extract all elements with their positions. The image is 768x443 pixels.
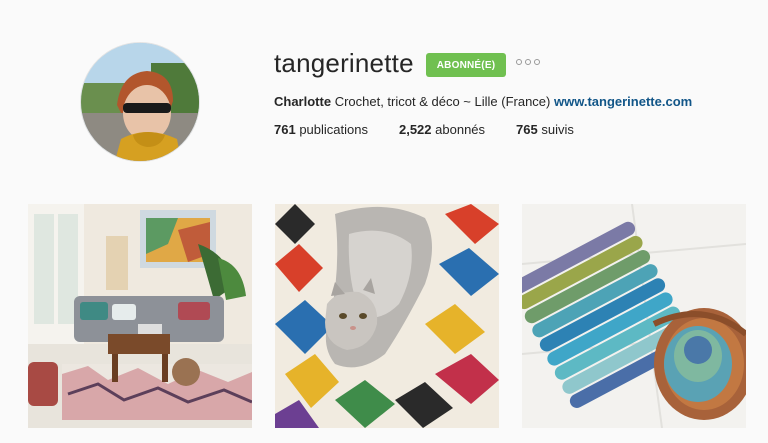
followers-count: 2,522 [398, 122, 432, 137]
avatar-image [81, 43, 199, 161]
cat-on-rug-photo [275, 204, 499, 428]
post-thumbnail-2[interactable] [275, 204, 499, 428]
dot [534, 59, 540, 65]
more-options-icon[interactable] [516, 59, 540, 65]
profile-stats: 761 publications 2,522 abonnés 765 suivi… [274, 122, 605, 137]
profile-avatar[interactable] [80, 42, 200, 162]
post-thumbnail-1[interactable] [28, 204, 252, 428]
stat-posts: 761 publications [274, 122, 368, 137]
posts-count: 761 [274, 122, 296, 137]
dot [516, 59, 522, 65]
dot [525, 59, 531, 65]
stat-following[interactable]: 765 suivis [516, 122, 574, 137]
knitting-photo [522, 204, 746, 428]
post-thumbnail-3[interactable] [522, 204, 746, 428]
following-label: suivis [541, 122, 574, 137]
follow-button[interactable]: ABONNÉ(E) [426, 53, 506, 77]
bio-text: Crochet, tricot & déco ~ Lille (France) [334, 94, 551, 109]
profile-username: tangerinette [274, 48, 414, 78]
posts-label: publications [299, 122, 368, 137]
stat-followers[interactable]: 2,522 abonnés [399, 122, 485, 137]
followers-label: abonnés [435, 122, 486, 137]
bio-link[interactable]: www.tangerinette.com [554, 94, 692, 109]
bio-name: Charlotte [274, 94, 332, 109]
profile-bio: Charlotte Crochet, tricot & déco ~ Lille… [274, 94, 692, 109]
following-count: 765 [516, 122, 538, 137]
living-room-photo [28, 204, 252, 428]
